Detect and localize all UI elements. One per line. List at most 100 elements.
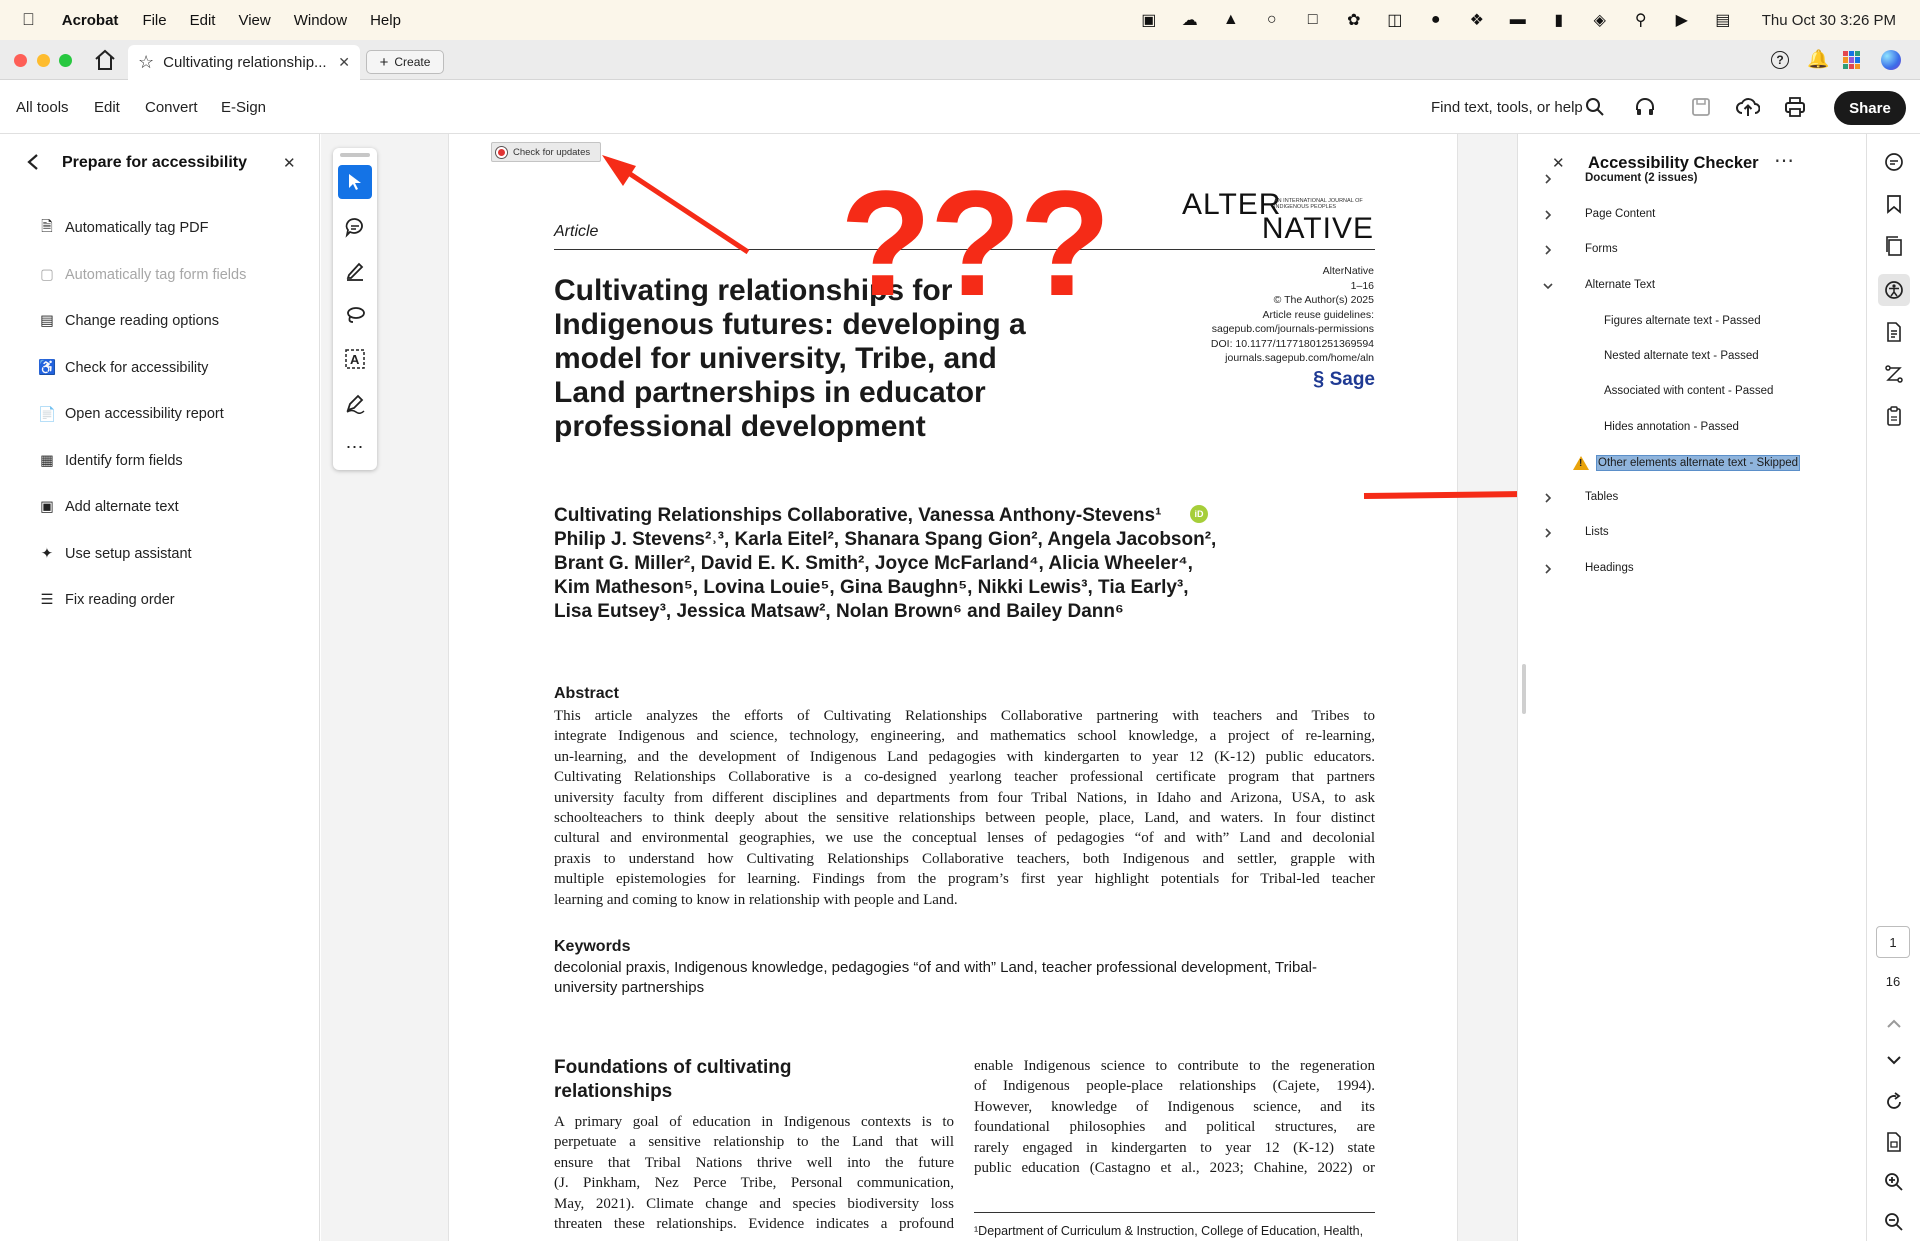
bookmarks-button[interactable] <box>1880 190 1908 218</box>
chevron-right-icon[interactable] <box>1542 173 1554 185</box>
checker-row-8[interactable]: Hides annotation - Passed <box>1518 418 1848 438</box>
content-order-button[interactable] <box>1880 360 1908 388</box>
accessibility-panel-button[interactable] <box>1878 274 1910 306</box>
chevron-down-icon[interactable] <box>1542 280 1554 292</box>
lp-item-2[interactable]: ▢ Automatically tag form fields <box>38 262 246 288</box>
check-for-updates-button[interactable]: Check for updates <box>491 142 601 162</box>
document-properties-button[interactable] <box>1880 318 1908 346</box>
book-icon[interactable]: ◫ <box>1384 9 1406 31</box>
menu-app-name[interactable]: Acrobat <box>62 12 119 29</box>
control-center-icon[interactable]: ▤ <box>1712 9 1734 31</box>
home-icon[interactable] <box>93 48 117 72</box>
comment-tool-button[interactable] <box>338 210 372 244</box>
rotate-button[interactable] <box>1880 1088 1908 1116</box>
checker-row-4[interactable]: Alternate Text <box>1518 276 1848 296</box>
lp-item-4[interactable]: ♿ Check for accessibility <box>38 355 208 381</box>
checker-row-11[interactable]: Lists <box>1518 523 1848 543</box>
lp-item-9[interactable]: ☰ Fix reading order <box>38 587 175 613</box>
chevron-right-icon[interactable] <box>1542 244 1554 256</box>
document-tab[interactable]: ☆ Cultivating relationship... ✕ <box>128 45 360 80</box>
text-tool-button[interactable]: A <box>338 342 372 376</box>
pages-button[interactable] <box>1880 232 1908 260</box>
help-icon[interactable]: ? <box>1771 51 1789 69</box>
chevron-right-icon[interactable] <box>1542 527 1554 539</box>
chevron-right-icon[interactable] <box>1542 209 1554 221</box>
menu-window[interactable]: Window <box>294 12 347 29</box>
lp-item-1[interactable]: 🗎 Automatically tag PDF <box>38 215 208 241</box>
apps-grid-icon[interactable] <box>1843 51 1861 69</box>
page-number-box[interactable]: 1 <box>1876 926 1910 958</box>
comment-panel-button[interactable] <box>1880 148 1908 176</box>
wifi-icon[interactable]: ◈ <box>1589 9 1611 31</box>
read-aloud-headphones-icon[interactable] <box>1634 96 1656 122</box>
battery-icon[interactable]: ▮ <box>1548 9 1570 31</box>
menu-file[interactable]: File <box>142 12 166 29</box>
play-icon[interactable]: ▶ <box>1671 9 1693 31</box>
zoom-in-button[interactable] <box>1880 1168 1908 1196</box>
status-app-icon-3[interactable]: ○ <box>1261 9 1283 31</box>
next-page-button[interactable] <box>1880 1046 1908 1074</box>
checker-row-7[interactable]: Associated with content - Passed <box>1518 382 1848 402</box>
orcid-icon[interactable]: iD <box>1190 505 1208 523</box>
checker-row-6[interactable]: Nested alternate text - Passed <box>1518 347 1848 367</box>
minimize-window-button[interactable] <box>37 54 50 67</box>
checker-row-1[interactable]: Document (2 issues) <box>1518 169 1848 189</box>
checker-row-3[interactable]: Forms <box>1518 240 1848 260</box>
apple-icon[interactable]:  <box>22 10 35 30</box>
lp-item-3[interactable]: ▤ Change reading options <box>38 308 219 334</box>
checker-row-2[interactable]: Page Content <box>1518 205 1848 225</box>
zoom-window-button[interactable] <box>59 54 72 67</box>
convert-menu[interactable]: Convert <box>145 99 198 116</box>
search-icon[interactable] <box>1585 97 1605 121</box>
share-button[interactable]: Share <box>1834 91 1906 125</box>
status-app-icon-4[interactable]: ✿ <box>1343 9 1365 31</box>
avatar[interactable] <box>1881 50 1901 70</box>
cup-icon[interactable]: ● <box>1425 9 1447 31</box>
dropbox-icon[interactable]: ❖ <box>1466 9 1488 31</box>
menu-help[interactable]: Help <box>370 12 401 29</box>
chevron-right-icon[interactable] <box>1542 563 1554 575</box>
tags-button[interactable] <box>1880 402 1908 430</box>
search-icon[interactable]: ⚲ <box>1630 9 1652 31</box>
back-arrow-icon[interactable] <box>26 153 40 176</box>
drag-handle[interactable] <box>340 153 370 157</box>
previous-page-button[interactable] <box>1880 1010 1908 1038</box>
cloud-icon[interactable]: ☁ <box>1179 9 1201 31</box>
menu-edit[interactable]: Edit <box>190 12 216 29</box>
star-icon[interactable]: ☆ <box>138 52 154 73</box>
create-button[interactable]: + Create <box>366 50 444 74</box>
upload-cloud-icon[interactable] <box>1736 96 1761 122</box>
more-tools-button[interactable]: ⋯ <box>338 430 372 464</box>
sign-tool-button[interactable] <box>338 386 372 420</box>
menubar-clock[interactable]: Thu Oct 30 3:26 PM <box>1762 12 1896 29</box>
esign-menu[interactable]: E-Sign <box>221 99 266 116</box>
save-icon[interactable] <box>1691 97 1711 121</box>
lp-item-8[interactable]: ✦ Use setup assistant <box>38 541 192 567</box>
draw-tool-button[interactable] <box>338 298 372 332</box>
highlight-tool-button[interactable] <box>338 254 372 288</box>
chevron-right-icon[interactable] <box>1542 492 1554 504</box>
checker-row-9[interactable]: ! Other elements alternate text - Skipped <box>1518 454 1848 474</box>
close-window-button[interactable] <box>14 54 27 67</box>
find-text-search[interactable]: Find text, tools, or help <box>1431 99 1583 116</box>
status-app-icon-5[interactable]: ▬ <box>1507 9 1529 31</box>
print-icon[interactable] <box>1784 97 1806 121</box>
select-tool-button[interactable] <box>338 165 372 199</box>
page-display-button[interactable] <box>1880 1128 1908 1156</box>
lp-item-7[interactable]: ▣ Add alternate text <box>38 494 179 520</box>
notification-bell-icon[interactable]: 🔔 <box>1807 49 1829 70</box>
lp-item-6[interactable]: ▦ Identify form fields <box>38 448 183 474</box>
screenshot-icon[interactable]: □ <box>1302 9 1324 31</box>
zoom-out-button[interactable] <box>1880 1208 1908 1236</box>
checker-row-12[interactable]: Headings <box>1518 559 1848 579</box>
close-tab-icon[interactable]: ✕ <box>338 54 350 71</box>
close-panel-icon[interactable]: ✕ <box>283 154 296 172</box>
checker-row-10[interactable]: Tables <box>1518 488 1848 508</box>
status-app-icon-1[interactable]: ▣ <box>1138 9 1160 31</box>
panel-resize-handle[interactable] <box>1522 664 1526 714</box>
all-tools-menu[interactable]: All tools <box>16 99 69 116</box>
checker-row-5[interactable]: Figures alternate text - Passed <box>1518 312 1848 332</box>
menu-view[interactable]: View <box>238 12 270 29</box>
lp-item-5[interactable]: 📄 Open accessibility report <box>38 401 224 427</box>
status-app-icon-2[interactable]: ▲ <box>1220 9 1242 31</box>
